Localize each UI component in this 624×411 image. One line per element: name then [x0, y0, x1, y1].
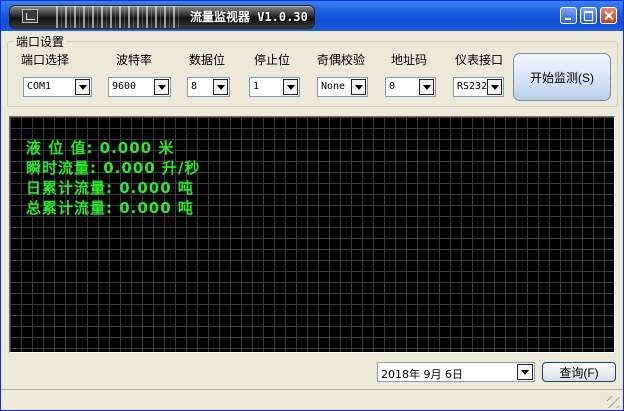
query-button[interactable]: 查询(F) [542, 362, 616, 382]
stop-bits-label: 停止位 [254, 53, 291, 67]
start-monitor-button[interactable]: 开始监测(S) [513, 53, 611, 101]
resize-grip-icon[interactable] [607, 396, 619, 408]
chevron-down-icon[interactable] [154, 79, 169, 95]
stop-bits-dropdown[interactable]: 1 [249, 77, 300, 97]
data-bits-value: 8 [191, 81, 198, 92]
parity-label: 奇偶校验 [317, 53, 366, 67]
main-window: 流量监视器 V1.0.30 端口设置 端口选择 波特率 数据位 停止位 奇偶校验… [0, 0, 624, 411]
window-title: 流量监视器 V1.0.30 [190, 10, 308, 24]
chevron-down-icon[interactable] [487, 79, 502, 95]
address-code-value: 0 [389, 81, 396, 92]
baud-rate-dropdown[interactable]: 9600 [108, 77, 171, 97]
parity-dropdown[interactable]: None [317, 77, 368, 97]
daily-total-readout: 日累计流量: 0.000 吨 [26, 179, 194, 197]
port-select-label: 端口选择 [21, 53, 70, 67]
port-select-value: COM1 [27, 81, 52, 92]
title-bar[interactable]: 流量监视器 V1.0.30 [1, 1, 623, 31]
maximize-button[interactable] [580, 7, 597, 24]
date-picker[interactable]: 2018年 9月 6日 [377, 362, 535, 382]
address-code-dropdown[interactable]: 0 [385, 77, 436, 97]
parity-value: None [321, 81, 346, 92]
chevron-down-icon[interactable] [283, 79, 298, 95]
meter-interface-dropdown[interactable]: RS232 [453, 77, 504, 97]
title-capsule: 流量监视器 V1.0.30 [9, 5, 315, 29]
close-button[interactable] [600, 7, 617, 24]
chevron-down-icon[interactable] [213, 79, 228, 95]
stop-bits-value: 1 [253, 81, 260, 92]
chevron-down-icon[interactable] [419, 79, 434, 95]
meter-interface-value: RS232 [457, 81, 488, 92]
app-icon [22, 9, 38, 23]
cumulative-total-readout: 总累计流量: 0.000 吨 [26, 199, 194, 217]
chevron-down-icon[interactable] [75, 79, 90, 95]
chevron-down-icon[interactable] [517, 364, 533, 380]
status-bar [1, 389, 623, 411]
port-select-dropdown[interactable]: COM1 [23, 77, 92, 97]
instant-flow-readout: 瞬时流量: 0.000 升/秒 [26, 159, 201, 177]
data-bits-dropdown[interactable]: 8 [187, 77, 230, 97]
port-settings-title: 端口设置 [14, 33, 67, 50]
level-readout: 液 位 值: 0.000 米 [26, 139, 175, 157]
baud-rate-label: 波特率 [116, 53, 153, 67]
monitor-display: 液 位 值: 0.000 米 瞬时流量: 0.000 升/秒 日累计流量: 0.… [9, 116, 615, 353]
minimize-button[interactable] [560, 7, 577, 24]
chevron-down-icon[interactable] [351, 79, 366, 95]
meter-interface-label: 仪表接口 [455, 53, 504, 67]
data-bits-label: 数据位 [189, 53, 226, 67]
title-decoration [56, 6, 181, 28]
date-value: 2018年 9月 6日 [381, 368, 463, 381]
address-code-label: 地址码 [391, 53, 428, 67]
baud-rate-value: 9600 [112, 81, 137, 92]
